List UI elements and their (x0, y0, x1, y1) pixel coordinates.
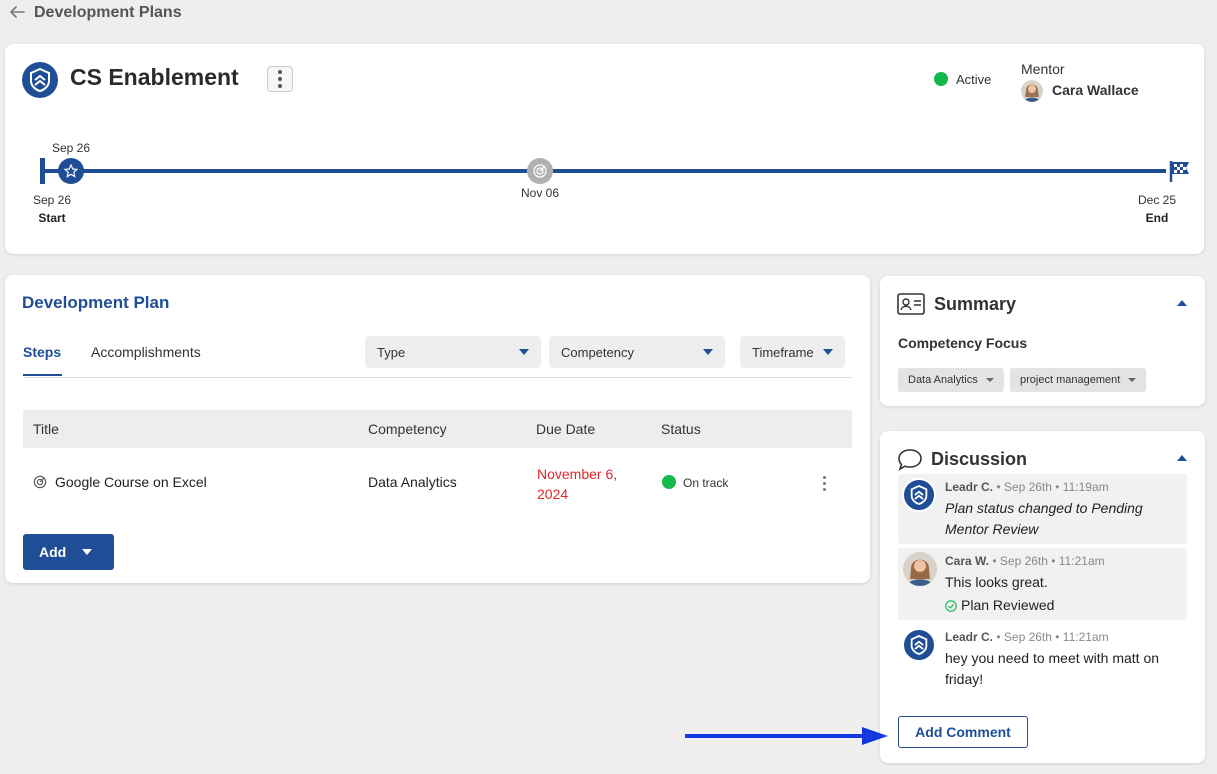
plan-status: Active (956, 72, 992, 87)
message-line: friday! (945, 671, 984, 687)
timeline-track (42, 169, 1166, 173)
timeline-start-marker (40, 158, 45, 184)
chevron-down-icon (985, 378, 994, 382)
plan-logo-icon (22, 62, 58, 98)
mentor-avatar (1021, 80, 1043, 102)
more-dot-icon (822, 487, 826, 491)
more-dot-icon (278, 84, 282, 88)
plan-more-button[interactable] (267, 66, 293, 92)
add-step-button[interactable]: Add (23, 534, 114, 570)
message-author: Leadr C. (945, 480, 994, 494)
message-author: Cara W. (945, 554, 990, 568)
tab-steps-underline (23, 374, 62, 376)
step-competency: Data Analytics (368, 474, 457, 490)
column-header-due-date[interactable]: Due Date (536, 421, 595, 437)
step-due-date-line2: 2024 (537, 486, 569, 502)
column-header-status[interactable]: Status (661, 421, 701, 437)
timeline-milestone-date: Sep 26 (51, 141, 91, 155)
competency-chip-label: project management (1020, 374, 1121, 386)
column-header-competency[interactable]: Competency (368, 421, 447, 437)
message-author: Leadr C. (945, 630, 994, 644)
type-filter[interactable]: Type (365, 336, 541, 368)
step-status: On track (683, 476, 729, 490)
more-dot-icon (822, 481, 826, 485)
competency-chip[interactable]: Data Analytics (898, 368, 1004, 392)
mentor-label: Mentor (1021, 61, 1065, 77)
tabs-divider (23, 377, 852, 378)
more-dot-icon (278, 70, 282, 74)
timeline-start-date: Sep 26 (32, 193, 72, 207)
chevron-down-icon (1128, 378, 1137, 382)
message-time: Sep 26th • 11:19am (1003, 480, 1109, 494)
timeline-end-label: End (1145, 211, 1169, 225)
development-plan-title: Development Plan (22, 293, 170, 312)
plan-reviewed-badge: Plan Reviewed (961, 597, 1055, 613)
discussion-title: Discussion (931, 449, 1028, 469)
timeline-start-milestone[interactable] (58, 158, 84, 184)
step-due-date: November 6, 2024 (537, 464, 617, 504)
summary-title: Summary (934, 294, 1017, 314)
mentor-name[interactable]: Cara Wallace (1052, 82, 1139, 98)
annotation-arrow-icon (685, 727, 888, 745)
on-track-dot-icon (662, 475, 676, 489)
step-title[interactable]: Google Course on Excel (55, 474, 207, 490)
add-step-label: Add (39, 544, 67, 560)
message-line: Plan status changed to Pending (945, 500, 1143, 516)
chevron-down-icon (519, 349, 529, 355)
message-meta: Cara W. • Sep 26th • 11:21am (945, 554, 1105, 568)
message-line: This looks great. (945, 574, 1048, 590)
competency-focus-label: Competency Focus (898, 335, 1028, 351)
leadr-avatar-icon (902, 628, 936, 662)
tab-steps[interactable]: Steps (23, 344, 61, 360)
message-meta: Leadr C. • Sep 26th • 11:19am (945, 480, 1109, 494)
id-card-icon (897, 293, 925, 315)
top-bar: Development Plans (0, 0, 1217, 28)
type-filter-label: Type (377, 344, 406, 360)
chevron-down-icon (703, 349, 713, 355)
timeline-end-flag-icon (1168, 159, 1192, 188)
timeframe-filter[interactable]: Timeframe (740, 336, 845, 368)
chat-bubble-icon (898, 449, 922, 471)
step-due-date-line1: November 6, (537, 466, 618, 482)
message-time: Sep 26th • 11:21am (999, 554, 1105, 568)
column-header-title[interactable]: Title (33, 421, 59, 437)
timeline-end-date: Dec 25 (1137, 193, 1177, 207)
page-title: Development Plans (34, 4, 182, 21)
competency-filter-label: Competency (561, 344, 634, 360)
message-line: Mentor Review (945, 521, 1039, 537)
competency-filter[interactable]: Competency (549, 336, 725, 368)
leadr-avatar-icon (902, 478, 936, 512)
cara-avatar (903, 552, 937, 586)
message-line: hey you need to meet with matt on (945, 650, 1160, 666)
status-dot-icon (934, 72, 948, 86)
collapse-discussion-icon[interactable] (1177, 455, 1187, 461)
competency-chip-label: Data Analytics (908, 374, 978, 386)
message-time: Sep 26th • 11:21am (1003, 630, 1109, 644)
timeframe-filter-label: Timeframe (752, 344, 814, 360)
message-body: Plan status changed to Pending Mentor Re… (945, 498, 1143, 540)
add-comment-button[interactable]: Add Comment (898, 716, 1028, 748)
tab-accomplishments[interactable]: Accomplishments (91, 344, 201, 360)
check-circle-icon (945, 600, 957, 612)
message-meta: Leadr C. • Sep 26th • 11:21am (945, 630, 1109, 644)
collapse-summary-icon[interactable] (1177, 300, 1187, 306)
timeline-mid-milestone[interactable] (527, 158, 553, 184)
star-icon (64, 164, 78, 178)
back-arrow-icon[interactable] (8, 4, 26, 20)
row-more-button[interactable] (817, 472, 831, 494)
timeline-start-label: Start (38, 211, 66, 225)
target-icon (33, 475, 47, 489)
more-dot-icon (278, 77, 282, 81)
competency-chip[interactable]: project management (1010, 368, 1147, 392)
more-dot-icon (822, 475, 826, 479)
plan-title: CS Enablement (70, 64, 239, 90)
chevron-down-icon (82, 549, 93, 555)
timeline-mid-date: Nov 06 (520, 186, 560, 200)
chevron-down-icon (823, 349, 833, 355)
message-body: hey you need to meet with matt on friday… (945, 648, 1159, 690)
target-icon (533, 164, 547, 178)
